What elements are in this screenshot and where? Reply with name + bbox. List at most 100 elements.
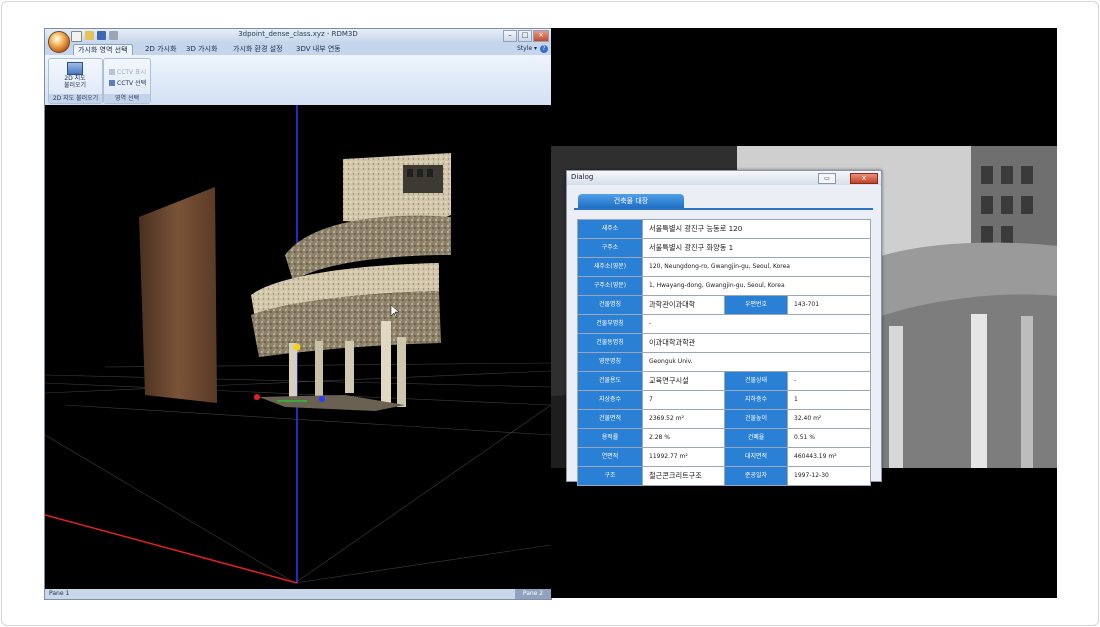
tab-visual-settings[interactable]: 가시화 환경 설정: [229, 44, 287, 55]
cctv-view-button[interactable]: CCTV 표시: [109, 68, 146, 77]
ribbon-tab-bar: 가시화 영역 선택 2D 가시화 3D 가시화 가시화 환경 설정 3DV 내부…: [45, 43, 551, 56]
tab-3dv-link[interactable]: 3DV 내부 연동: [292, 44, 345, 55]
table-row: 건물용도 교육연구시설 건물상태 -: [578, 372, 871, 391]
old-address-value: 서울특별시 광진구 화양동 1: [643, 239, 871, 257]
cctv-select-button[interactable]: CCTV 선택: [109, 79, 146, 88]
table-row: 건물동명칭 이과대학과학관: [578, 334, 871, 353]
usage-value: 교육연구시설: [643, 372, 725, 390]
title-bar: 3dpoint_dense_class.xyz - RDM3D – □ ×: [45, 29, 551, 43]
old-address-en-value: 1, Hwayang-dong, Gwangjin-gu, Seoul, Kor…: [643, 277, 871, 295]
structure-value: 철근콘크리트구조: [643, 467, 725, 485]
road-address-label: 새주소: [578, 220, 643, 238]
site-area-value: 460443.19 m²: [788, 448, 871, 466]
building-info-table: 새주소 서울특별시 광진구 능동로 120 구주소 서울특별시 광진구 화양동 …: [577, 219, 871, 486]
old-address-en-label: 구주소(영문): [578, 277, 643, 295]
red-marker[interactable]: [254, 394, 260, 400]
building-area-label: 건물면적: [578, 410, 643, 428]
usage-label: 건물용도: [578, 372, 643, 390]
floors-below-value: 1: [788, 391, 871, 409]
dialog-close-button[interactable]: x: [850, 173, 878, 184]
yellow-marker[interactable]: [293, 343, 301, 351]
cctv-icon: [109, 80, 115, 86]
road-address-en-label: 새주소(영문): [578, 258, 643, 276]
load-2d-map-label-2: 불러오기: [63, 82, 87, 89]
ground-grid: [45, 362, 551, 584]
building-register-dialog: Dialog ▭ x 건축물 대장 새주소 서울특별시 광진구 능동로 120 …: [566, 170, 882, 486]
blue-marker[interactable]: [319, 396, 325, 402]
structure-label: 구조: [578, 467, 643, 485]
table-row: 새주소 서울특별시 광진구 능동로 120: [578, 220, 871, 239]
height-label: 건물높이: [725, 410, 788, 428]
table-row: 구주소 서울특별시 광진구 화양동 1: [578, 239, 871, 258]
coverage-ratio-label: 건폐율: [725, 429, 788, 447]
ribbon-group-2d-map: 2D 지도 불러오기 2D 지도 불러오기: [48, 58, 103, 104]
status-pane-1: Pane 1: [49, 590, 70, 597]
floors-below-label: 지하층수: [725, 391, 788, 409]
minimize-button[interactable]: –: [503, 30, 517, 42]
point-cloud-wall: [139, 187, 217, 403]
building-name-value: 과학관이과대학: [643, 296, 725, 314]
table-row: 영문명칭 Geonguk Univ.: [578, 353, 871, 372]
table-row: 새주소(영문) 120, Neungdong-ro, Gwangjin-gu, …: [578, 258, 871, 277]
map-grid-icon: [67, 62, 83, 75]
cctv-select-label: CCTV 선택: [117, 80, 147, 87]
table-row: 건물명칭 과학관이과대학 우편번호 143-701: [578, 296, 871, 315]
dong-name-label: 건물동명칭: [578, 334, 643, 352]
floor-area-ratio-value: 2.28 %: [643, 429, 725, 447]
status-pane-2: Pane 2: [515, 589, 551, 599]
restore-button[interactable]: ▭: [818, 173, 836, 184]
postal-code-label: 우편번호: [725, 296, 788, 314]
english-name-value: Geonguk Univ.: [643, 353, 871, 371]
cctv-view-label: CCTV 표시: [117, 69, 147, 76]
status-bar: Pane 1 Pane 2: [45, 589, 551, 599]
postal-code-value: 143-701: [788, 296, 871, 314]
ribbon-panel: 2D 지도 불러오기 2D 지도 불러오기 CCTV 표시 CCTV 선택 영역…: [45, 55, 551, 106]
tab-3d-visual[interactable]: 3D 가시화: [182, 44, 221, 55]
floors-above-value: 7: [643, 391, 725, 409]
style-label: Style: [517, 45, 533, 52]
window-title: 3dpoint_dense_class.xyz - RDM3D: [238, 30, 358, 38]
table-row: 지상층수 7 지하층수 1: [578, 391, 871, 410]
status-value: -: [788, 372, 871, 390]
tab-2d-visual[interactable]: 2D 가시화: [141, 44, 180, 55]
status-label: 건물상태: [725, 372, 788, 390]
table-row: 연면적 11992.77 m² 대지면적 460443.19 m²: [578, 448, 871, 467]
coverage-ratio-value: 0.51 %: [788, 429, 871, 447]
help-icon[interactable]: ?: [540, 45, 548, 53]
sub-name-value: -: [643, 315, 871, 333]
dong-name-value: 이과대학과학관: [643, 334, 871, 352]
completion-date-value: 1997-12-30: [788, 467, 871, 485]
rdm3d-window: 3dpoint_dense_class.xyz - RDM3D – □ × 가시…: [44, 28, 552, 600]
ribbon-group-label: 영역 선택: [104, 94, 150, 103]
table-row: 용적률 2.28 % 건폐율 0.51 %: [578, 429, 871, 448]
maximize-button[interactable]: □: [518, 30, 532, 42]
app-orb-button[interactable]: [48, 31, 70, 53]
x-axis: [45, 514, 298, 584]
point-cloud-building: [251, 153, 451, 411]
road-address-en-value: 120, Neungdong-ro, Gwangjin-gu, Seoul, K…: [643, 258, 871, 276]
floor-area-ratio-label: 용적률: [578, 429, 643, 447]
english-name-label: 영문명칭: [578, 353, 643, 371]
window-controls: – □ ×: [503, 30, 549, 42]
total-floor-area-label: 연면적: [578, 448, 643, 466]
point-cloud-scene: [45, 105, 551, 584]
load-2d-map-button[interactable]: 2D 지도 불러오기: [55, 61, 95, 91]
close-window-button[interactable]: ×: [533, 30, 549, 42]
road-address-value: 서울특별시 광진구 능동로 120: [643, 220, 871, 238]
sub-name-label: 건물부명칭: [578, 315, 643, 333]
dialog-title: Dialog: [571, 173, 594, 181]
table-row: 구주소(영문) 1, Hwayang-dong, Gwangjin-gu, Se…: [578, 277, 871, 296]
old-address-label: 구주소: [578, 239, 643, 257]
dialog-title-bar: Dialog ▭ x: [567, 171, 881, 185]
total-floor-area-value: 11992.77 m²: [643, 448, 725, 466]
building-name-label: 건물명칭: [578, 296, 643, 314]
site-area-label: 대지면적: [725, 448, 788, 466]
completion-date-label: 준공일자: [725, 467, 788, 485]
3d-viewport[interactable]: [45, 105, 551, 589]
tab-building-register[interactable]: 건축물 대장: [578, 194, 684, 208]
style-menu[interactable]: Style ▾: [517, 45, 537, 52]
table-row: 건물면적 2369.52 m² 건물높이 32.40 m²: [578, 410, 871, 429]
ribbon-group-label: 2D 지도 불러오기: [49, 94, 102, 103]
load-2d-map-label-1: 2D 지도: [64, 75, 86, 82]
cctv-icon: [109, 69, 115, 75]
